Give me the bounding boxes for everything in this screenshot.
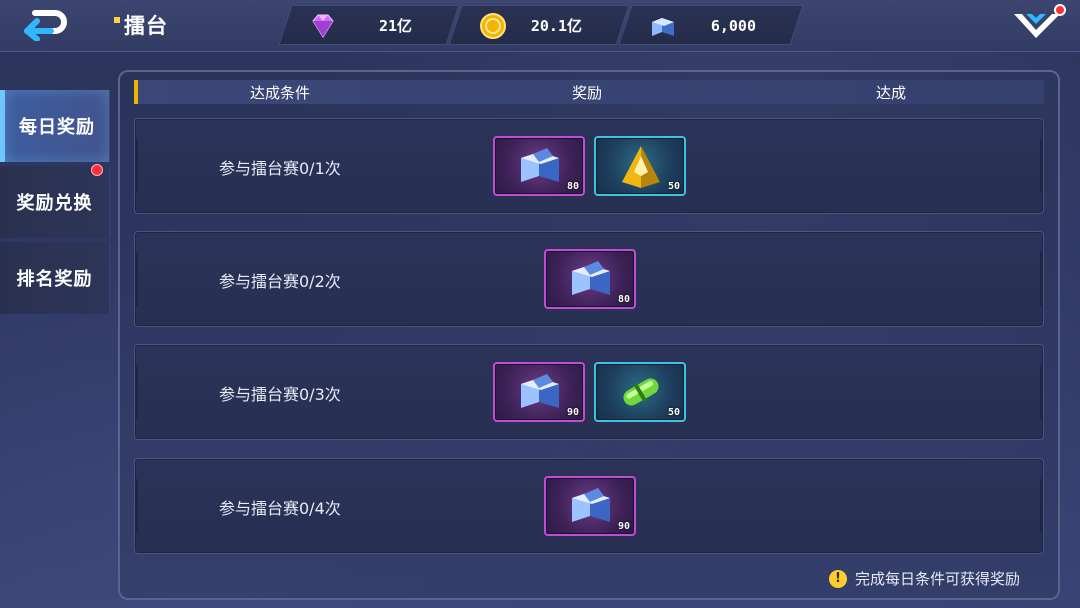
- page-title-wrap: 擂台: [114, 10, 168, 40]
- reward-count: 50: [667, 407, 680, 418]
- gold-pyramid-icon: [622, 146, 660, 188]
- arena-box-icon: [572, 488, 610, 522]
- reward-count: 80: [617, 294, 630, 305]
- table-header: 达成条件 奖励 达成: [134, 80, 1044, 104]
- back-arrow-icon: [24, 10, 67, 41]
- arena-box-icon: [521, 148, 559, 182]
- hint-text: 完成每日条件可获得奖励: [854, 570, 1020, 588]
- reward-item[interactable]: 80: [493, 136, 585, 196]
- reward-count: 90: [617, 521, 630, 532]
- reward-item[interactable]: 90: [544, 476, 636, 536]
- resource-gold[interactable]: 20.1亿: [448, 5, 630, 45]
- tab-ranking-rewards[interactable]: 排名奖励: [0, 242, 110, 314]
- gold-value: 20.1亿: [530, 17, 582, 35]
- reward-item[interactable]: 90: [493, 362, 585, 422]
- tab-label: 每日奖励: [19, 117, 95, 138]
- column-header-condition: 达成条件: [250, 84, 311, 102]
- diamond-icon: [312, 14, 334, 38]
- notification-dot: [1054, 4, 1066, 16]
- tab-label: 排名奖励: [16, 269, 93, 290]
- green-capsule-icon: [623, 378, 659, 406]
- reward-item[interactable]: 80: [544, 249, 636, 309]
- warning-icon: !: [828, 569, 847, 588]
- tab-reward-exchange[interactable]: 奖励兑换: [0, 164, 110, 238]
- reward-item[interactable]: 50: [594, 362, 686, 422]
- footer-hint: ! 完成每日条件可获得奖励: [828, 568, 1020, 589]
- condition-text: 参与擂台赛0/3次: [219, 385, 341, 404]
- tab-label: 奖励兑换: [16, 193, 93, 214]
- gold-coin-icon: [480, 13, 506, 39]
- arena-box-icon: [652, 18, 674, 36]
- resource-arena-box[interactable]: 6,000: [618, 5, 804, 45]
- table-row: 参与擂台赛0/1次 80 50: [134, 118, 1044, 214]
- condition-text: 参与擂台赛0/4次: [219, 499, 341, 518]
- reward-count: 80: [566, 181, 579, 192]
- table-row: 参与擂台赛0/4次 90: [134, 458, 1044, 554]
- title-marker: [114, 17, 120, 23]
- diamond-value: 21亿: [378, 17, 412, 35]
- side-tabs: 每日奖励 奖励兑换 排名奖励: [0, 90, 110, 318]
- red-dot-badge: [91, 164, 103, 176]
- column-header-achieved: 达成: [876, 84, 907, 102]
- back-button[interactable]: [18, 6, 70, 44]
- reward-count: 50: [667, 181, 680, 192]
- arena-box-icon: [521, 374, 559, 408]
- condition-text: 参与擂台赛0/1次: [219, 159, 341, 178]
- arena-box-icon: [572, 261, 610, 295]
- column-header-reward: 奖励: [572, 84, 603, 102]
- arena-box-value: 6,000: [710, 17, 756, 35]
- condition-text: 参与擂台赛0/2次: [219, 272, 341, 291]
- tab-daily-rewards[interactable]: 每日奖励: [0, 90, 110, 162]
- table-row: 参与擂台赛0/3次 90 50: [134, 344, 1044, 440]
- top-bar: 擂台 21亿 20.1亿 6,000: [0, 0, 1080, 52]
- reward-count: 90: [566, 407, 579, 418]
- table-row: 参与擂台赛0/2次 80: [134, 231, 1044, 327]
- page-title: 擂台: [124, 14, 168, 38]
- resource-diamond[interactable]: 21亿: [278, 5, 460, 45]
- reward-item[interactable]: 50: [594, 136, 686, 196]
